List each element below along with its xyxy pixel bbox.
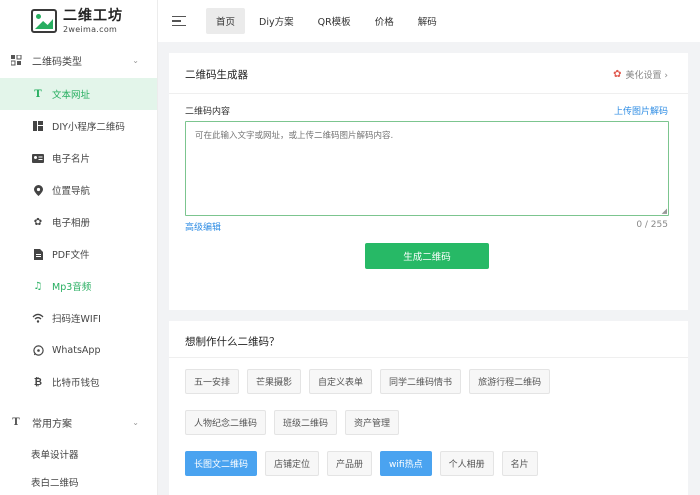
generate-qr-button[interactable]: 生成二维码 [365, 243, 489, 269]
nav-decode[interactable]: 解码 [408, 8, 447, 34]
sidebar-group-label: 二维码类型 [32, 56, 82, 68]
grid-icon [10, 54, 22, 66]
music-icon: ♫ [33, 280, 43, 292]
text-icon: T [34, 88, 42, 100]
beautify-label: 美化设置 › [625, 71, 668, 81]
idea-tag[interactable]: 芒果摄影 [247, 369, 302, 394]
location-icon [32, 184, 44, 196]
idea-tag[interactable]: 五一安排 [185, 369, 240, 394]
content-label: 二维码内容 [185, 107, 231, 117]
ideas-title: 想制作什么二维码？ [185, 336, 280, 348]
qr-content-input[interactable] [185, 121, 669, 216]
sidebar-item-business-card[interactable]: 电子名片 [0, 142, 157, 174]
menu-toggle-icon[interactable] [172, 15, 186, 27]
sidebar-item-pdf[interactable]: PDF文件 [0, 238, 157, 270]
whatsapp-icon [32, 344, 44, 356]
sidebar-item-label: 电子相册 [52, 218, 91, 229]
upload-decode-link[interactable]: 上传图片解码 [614, 104, 668, 117]
sidebar-item-wifi[interactable]: 扫码连WIFI [0, 302, 157, 334]
sidebar-item-confession-qr[interactable]: 表白二维码 [0, 468, 157, 495]
sidebar-item-label: WhatsApp [52, 344, 101, 356]
album-icon: ✿ [33, 216, 43, 228]
sidebar-item-label: 表单设计器 [31, 450, 79, 461]
solution-icon: T [12, 416, 20, 428]
bitcoin-icon: ₿ [33, 376, 43, 388]
sidebar-group-label: 常用方案 [32, 418, 72, 430]
divider [169, 93, 688, 94]
sidebar-item-label: 比特币钱包 [52, 378, 100, 389]
pdf-icon [32, 248, 44, 260]
sidebar-item-bitcoin[interactable]: ₿ 比特币钱包 [0, 366, 157, 398]
wifi-icon [32, 312, 44, 324]
chevron-down-icon: ⌄ [132, 55, 139, 65]
sidebar-item-diy-miniprogram[interactable]: DIY小程序二维码 [0, 110, 157, 142]
gear-icon: ✿ [613, 69, 622, 80]
idea-tag[interactable]: 店铺定位 [265, 451, 320, 476]
idea-tag[interactable]: 人物纪念二维码 [185, 410, 267, 435]
sidebar-item-label: 扫码连WIFI [52, 314, 101, 325]
char-counter: 0 / 255 [636, 220, 668, 230]
sidebar-group-solutions[interactable]: T 常用方案 ⌄ [0, 404, 157, 440]
logo-name: 二维工坊 [63, 7, 123, 24]
sidebar-item-form-designer[interactable]: 表单设计器 [0, 440, 157, 468]
sidebar-item-label: 文本网址 [52, 90, 91, 101]
ideas-card: 想制作什么二维码？ 五一安排 芒果摄影 自定义表单 同学二维码情书 旅游行程二维… [169, 321, 688, 495]
sidebar-item-location[interactable]: 位置导航 [0, 174, 157, 206]
divider [169, 357, 688, 358]
idea-tag[interactable]: 班级二维码 [274, 410, 338, 435]
idea-tag[interactable]: 旅游行程二维码 [469, 369, 551, 394]
idea-tag[interactable]: 个人相册 [439, 451, 494, 476]
nav-diy[interactable]: Diy方案 [249, 8, 304, 34]
nav-home[interactable]: 首页 [206, 8, 246, 34]
logo-icon [31, 9, 57, 33]
idea-tag[interactable]: 产品册 [327, 451, 373, 476]
beautify-settings-link[interactable]: ✿ 美化设置 › [613, 68, 668, 81]
idea-tags: 五一安排 芒果摄影 自定义表单 同学二维码情书 旅游行程二维码 人物纪念二维码 … [185, 369, 655, 476]
idea-tag[interactable]: 资产管理 [345, 410, 400, 435]
sidebar-item-label: PDF文件 [52, 250, 90, 261]
nav-qr-templates[interactable]: QR模板 [308, 8, 361, 34]
logo-domain: 2weima.com [63, 24, 118, 34]
sidebar: 二维工坊 2weima.com 二维码类型 ⌄ T 文本网址 DIY小程序二维码… [0, 0, 158, 495]
sidebar-item-text-url[interactable]: T 文本网址 [0, 78, 157, 110]
top-bar: 首页 Diy方案 QR模板 价格 解码 [158, 0, 700, 42]
idea-tag-highlight[interactable]: 长图文二维码 [185, 451, 258, 476]
logo[interactable]: 二维工坊 2weima.com [0, 0, 157, 42]
sidebar-item-label: DIY小程序二维码 [52, 122, 125, 133]
generator-title: 二维码生成器 [185, 69, 248, 81]
chevron-down-icon: ⌄ [132, 417, 139, 427]
idea-tag[interactable]: 自定义表单 [309, 369, 373, 394]
sidebar-group-qr-types[interactable]: 二维码类型 ⌄ [0, 42, 157, 78]
sidebar-item-label: 表白二维码 [31, 478, 79, 489]
nav-pricing[interactable]: 价格 [365, 8, 404, 34]
sidebar-item-label: 电子名片 [52, 154, 91, 165]
sidebar-item-mp3[interactable]: ♫ Mp3音频 [0, 270, 157, 302]
idea-tag-highlight[interactable]: wifi热点 [380, 451, 432, 476]
sidebar-item-label: Mp3音频 [52, 282, 92, 293]
sidebar-item-label: 位置导航 [52, 186, 91, 197]
top-nav: 首页 Diy方案 QR模板 价格 解码 [206, 0, 451, 42]
diy-icon [32, 120, 44, 132]
sidebar-item-whatsapp[interactable]: WhatsApp [0, 334, 157, 366]
advanced-edit-link[interactable]: 高级编辑 [185, 220, 221, 233]
sidebar-item-album[interactable]: ✿ 电子相册 [0, 206, 157, 238]
qr-generator-card: 二维码生成器 ✿ 美化设置 › 二维码内容 上传图片解码 ◢ 高级编辑 0 / … [169, 53, 688, 310]
card-icon [32, 152, 44, 164]
idea-tag[interactable]: 名片 [501, 451, 538, 476]
idea-tag[interactable]: 同学二维码情书 [380, 369, 462, 394]
resize-handle-icon[interactable]: ◢ [662, 207, 667, 215]
